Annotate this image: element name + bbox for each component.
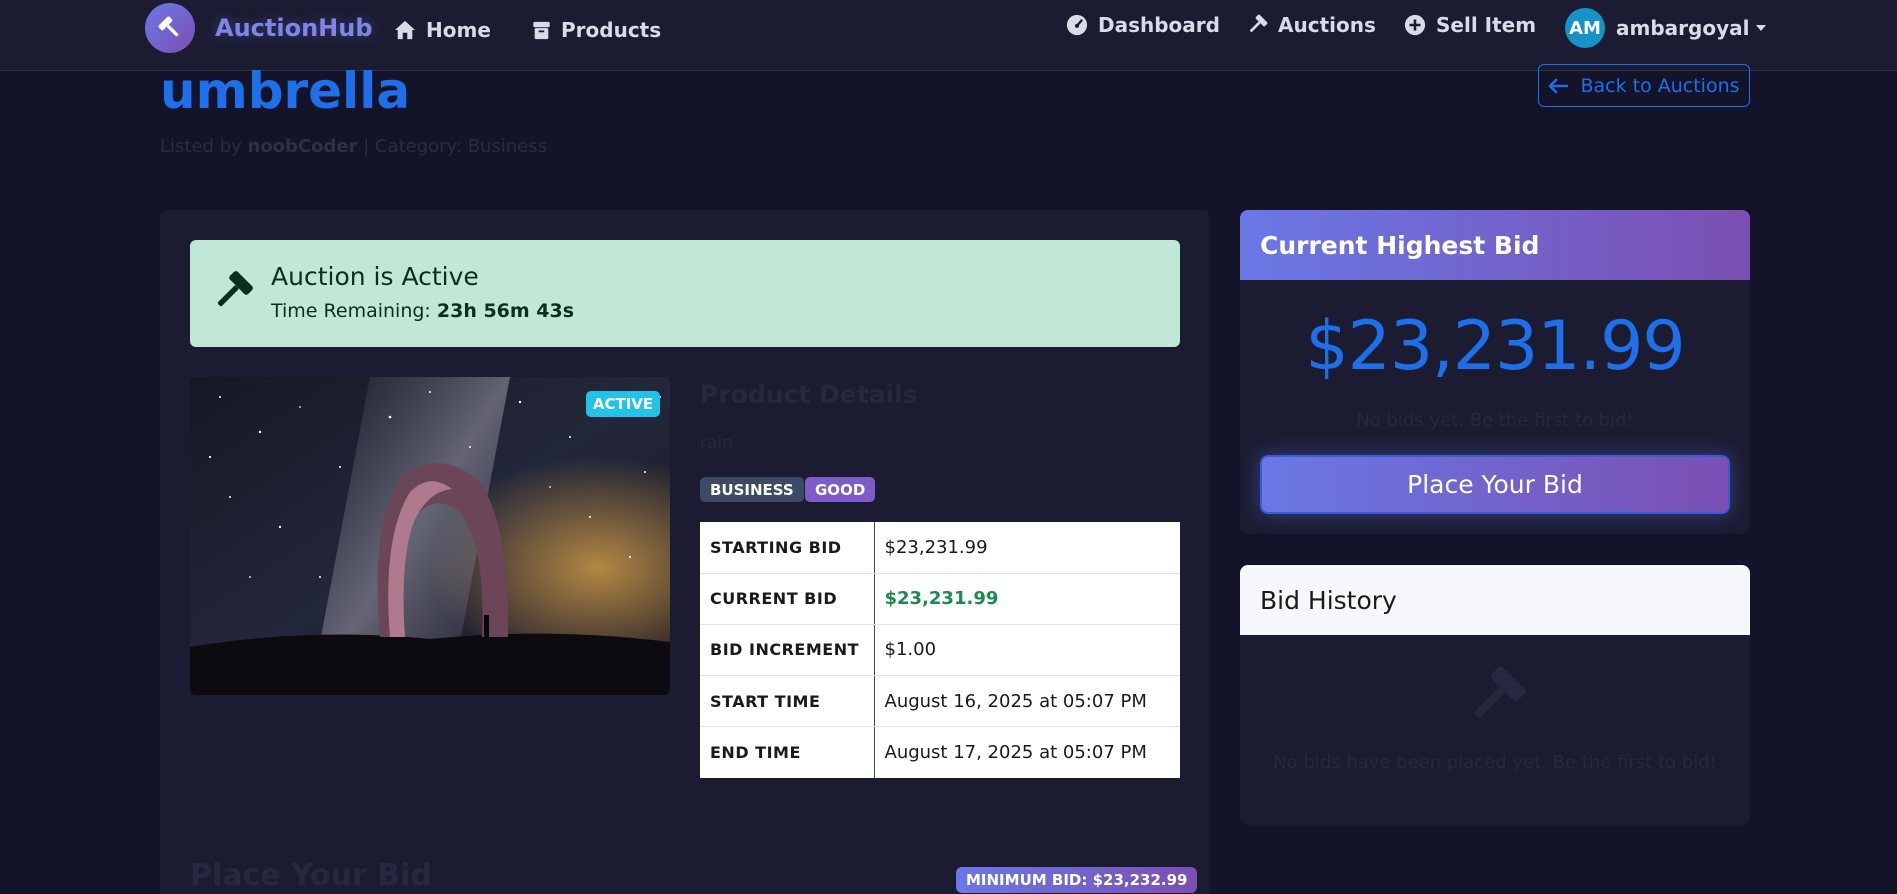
time-remaining-value: 23h 56m 43s <box>436 300 575 322</box>
time-remaining-label: Time Remaining: <box>271 300 437 322</box>
detail-value: August 16, 2025 at 05:07 PM <box>874 675 1180 728</box>
alert-title: Auction is Active <box>271 262 479 291</box>
detail-key: START TIME <box>700 675 875 728</box>
product-details-heading: Product Details <box>700 380 918 409</box>
table-row: BID INCREMENT $1.00 <box>700 624 1180 677</box>
place-bid-button[interactable]: Place Your Bid <box>1260 455 1730 514</box>
auction-status-alert: Auction is Active Time Remaining: 23h 56… <box>190 240 1180 347</box>
chevron-down-icon <box>1756 25 1767 31</box>
nav-dashboard[interactable]: Dashboard <box>1066 13 1220 37</box>
detail-key: CURRENT BID <box>700 573 875 625</box>
nav-sell-item-label: Sell Item <box>1436 13 1537 37</box>
detail-key: STARTING BID <box>700 522 875 574</box>
listing-meta: Listed by noobCoder | Category: Business <box>160 136 547 157</box>
category-text: | Category: Business <box>357 136 548 157</box>
detail-value: August 17, 2025 at 05:07 PM <box>884 742 1147 764</box>
auction-details-table: STARTING BID $23,231.99 CURRENT BID $23,… <box>700 522 1180 778</box>
brand[interactable]: AuctionHub <box>145 3 373 53</box>
category-tag: BUSINESS <box>700 477 804 502</box>
seller-name[interactable]: noobCoder <box>248 136 358 157</box>
minimum-bid-badge: MINIMUM BID: $23,232.99 <box>956 867 1198 893</box>
highest-bid-heading: Current Highest Bid <box>1240 210 1750 280</box>
back-to-auctions-button[interactable]: Back to Auctions <box>1538 64 1750 107</box>
highest-bid-card: Current Highest Bid $23,231.99 No bids y… <box>1240 210 1750 534</box>
detail-key: BID INCREMENT <box>700 624 875 677</box>
detail-value: $23,231.99 <box>874 573 1180 625</box>
time-remaining: Time Remaining: 23h 56m 43s <box>271 300 574 322</box>
table-row: END TIME August 17, 2025 at 05:07 PM <box>700 726 1180 778</box>
product-image <box>190 377 670 695</box>
product-description: rain <box>700 433 733 453</box>
page-title: umbrella <box>160 62 411 120</box>
place-bid-heading: Place Your Bid <box>190 858 432 893</box>
gauge-icon <box>1066 14 1088 36</box>
gavel-icon <box>210 270 254 318</box>
brand-name: AuctionHub <box>215 14 373 42</box>
back-to-auctions-label: Back to Auctions <box>1580 74 1740 97</box>
bid-history-card: Bid History No bids have been placed yet… <box>1240 565 1750 825</box>
no-bids-note: No bids yet. Be the first to bid! <box>1356 410 1634 431</box>
user-name: ambargoyal <box>1616 16 1750 40</box>
table-row: CURRENT BID $23,231.99 <box>700 573 1180 625</box>
nav-sell-item[interactable]: Sell Item <box>1404 13 1536 37</box>
gavel-icon <box>1463 665 1527 733</box>
gavel-icon <box>1249 14 1268 33</box>
nav-auctions[interactable]: Auctions <box>1246 13 1376 37</box>
detail-value: $23,231.99 <box>874 522 1180 574</box>
nav-products-label: Products <box>561 18 662 42</box>
top-navbar: AuctionHub Home Products Dashboard Aucti… <box>0 0 1897 71</box>
nav-home[interactable]: Home <box>394 18 491 42</box>
table-row: START TIME August 16, 2025 at 05:07 PM <box>700 675 1180 728</box>
gavel-logo-icon <box>145 3 195 53</box>
box-icon <box>533 21 550 40</box>
detail-value: $1.00 <box>874 624 1180 677</box>
nav-auctions-label: Auctions <box>1278 13 1376 37</box>
arrow-left-icon <box>1549 78 1569 93</box>
user-menu[interactable]: AM ambargoyal <box>1565 8 1767 48</box>
plus-circle-icon <box>1404 14 1426 36</box>
nav-dashboard-label: Dashboard <box>1098 13 1220 37</box>
condition-tag: GOOD <box>805 477 876 502</box>
status-badge: ACTIVE <box>586 391 660 417</box>
nav-home-label: Home <box>426 18 491 42</box>
bid-history-empty: No bids have been placed yet. Be the fir… <box>1273 752 1717 773</box>
bid-history-heading: Bid History <box>1240 565 1750 635</box>
listed-prefix: Listed by <box>160 136 248 157</box>
nav-products[interactable]: Products <box>532 18 661 42</box>
highest-bid-amount: $23,231.99 <box>1305 307 1685 386</box>
avatar: AM <box>1565 8 1605 48</box>
table-row: STARTING BID $23,231.99 <box>700 522 1180 574</box>
detail-key: END TIME <box>700 726 875 778</box>
home-icon <box>395 20 415 40</box>
